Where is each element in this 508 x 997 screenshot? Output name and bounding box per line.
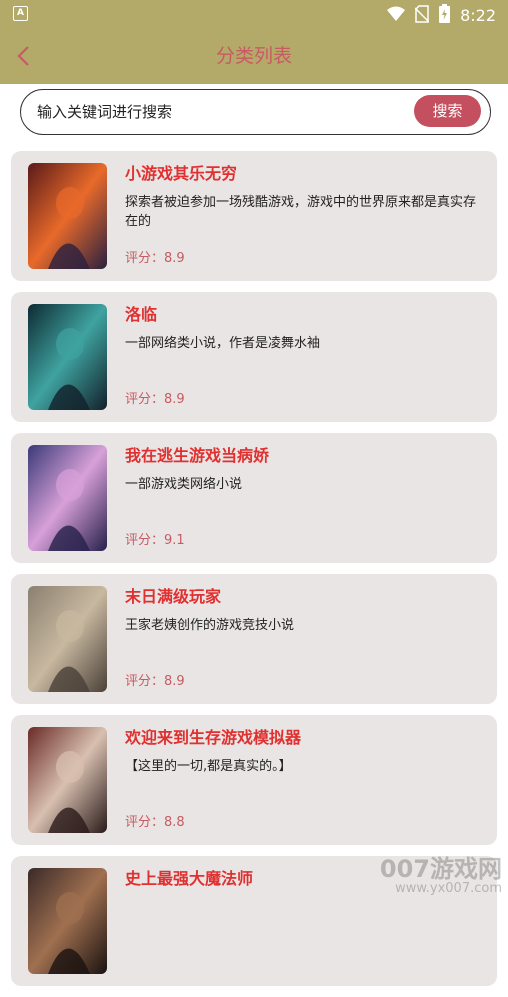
book-card[interactable]: 我在逃生游戏当病娇 一部游戏类网络小说 评分：9.1 — [11, 433, 497, 563]
book-card[interactable]: 洛临 一部网络类小说，作者是凌舞水袖 评分：8.9 — [11, 292, 497, 422]
book-card[interactable]: 末日满级玩家 王家老姨创作的游戏竞技小说 评分：8.9 — [11, 574, 497, 704]
notification-icon: A — [13, 6, 28, 21]
book-cover — [28, 445, 107, 551]
watermark-text: 007游戏网 — [379, 855, 502, 883]
search-bar: 搜索 — [20, 89, 491, 135]
wifi-icon — [387, 6, 406, 26]
book-cover — [28, 586, 107, 692]
book-title: 末日满级玩家 — [125, 587, 222, 606]
book-title: 史上最强大魔法师 — [125, 869, 254, 888]
book-card[interactable]: 欢迎来到生存游戏模拟器 【这里的一切,都是真实的。】 评分：8.8 — [11, 715, 497, 845]
book-cover — [28, 868, 107, 974]
book-score: 评分：8.9 — [125, 251, 185, 266]
battery-charging-icon — [439, 4, 451, 27]
book-description: 探索者被迫参加一场残酷游戏，游戏中的世界原来都是真实存在的 — [125, 195, 477, 229]
watermark: 007游戏网 www.yx007.com — [380, 856, 502, 896]
book-description: 【这里的一切,都是真实的。】 — [125, 759, 292, 774]
book-score: 评分：8.9 — [125, 674, 185, 689]
watermark-url: www.yx007.com — [395, 881, 502, 896]
book-score: 评分：8.8 — [125, 815, 185, 830]
book-score: 评分：9.1 — [125, 533, 185, 548]
page-title: 分类列表 — [215, 45, 292, 67]
book-description: 一部网络类小说，作者是凌舞水袖 — [125, 336, 321, 351]
book-title: 洛临 — [125, 305, 158, 324]
sim-off-icon — [414, 4, 430, 27]
book-title: 欢迎来到生存游戏模拟器 — [125, 728, 302, 747]
book-cover — [28, 163, 107, 269]
book-score: 评分：8.9 — [125, 392, 185, 407]
book-cover — [28, 727, 107, 833]
clock: 8:22 — [460, 6, 496, 25]
book-cover — [28, 304, 107, 410]
book-title: 小游戏其乐无穷 — [125, 164, 238, 183]
search-input[interactable] — [35, 97, 409, 127]
book-card[interactable]: 小游戏其乐无穷 探索者被迫参加一场残酷游戏，游戏中的世界原来都是真实存在的 评分… — [11, 151, 497, 281]
status-icons: 8:22 — [387, 4, 496, 27]
app-bar: 分类列表 — [0, 28, 508, 84]
status-bar: A 8:22 — [0, 0, 508, 28]
search-button[interactable]: 搜索 — [414, 95, 481, 127]
book-description: 一部游戏类网络小说 — [125, 477, 243, 492]
book-title: 我在逃生游戏当病娇 — [125, 446, 270, 465]
book-description: 王家老姨创作的游戏竞技小说 — [125, 618, 295, 633]
